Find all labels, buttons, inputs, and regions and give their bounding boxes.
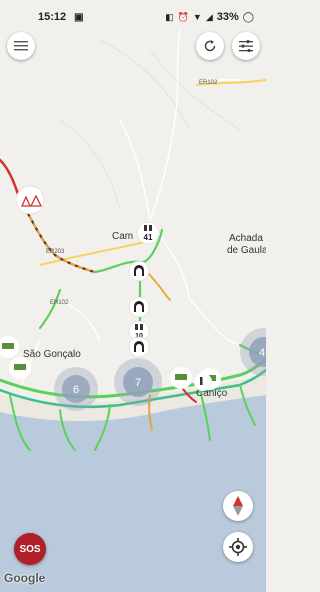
battery-percent: 33% bbox=[216, 11, 239, 23]
place-label-camacha: Cam bbox=[112, 231, 133, 242]
cluster-marker[interactable]: 6 bbox=[54, 367, 98, 411]
tunnel-marker[interactable] bbox=[128, 336, 150, 358]
google-attribution: Google bbox=[4, 571, 46, 585]
menu-icon bbox=[14, 41, 28, 51]
road-label-er102-left: ER102 bbox=[50, 300, 69, 306]
status-bar: 15:12 ▣ ◧ ⏰ ▼ ◢ 33% ◯ bbox=[0, 0, 266, 34]
signal-icon: ◢ bbox=[205, 11, 213, 22]
alarm-icon: ⏰ bbox=[177, 11, 189, 22]
cluster-count: 7 bbox=[135, 377, 141, 389]
wifi-icon: ▼ bbox=[192, 12, 202, 22]
roadworks-marker[interactable] bbox=[9, 357, 31, 379]
status-time: 15:12 bbox=[38, 11, 67, 23]
place-label-sao-goncalo: São Gonçalo bbox=[23, 349, 81, 360]
tunnel-marker[interactable] bbox=[128, 260, 150, 282]
place-label-achada-gaula: de Gaula bbox=[227, 245, 266, 256]
cluster-marker[interactable]: 7 bbox=[114, 358, 162, 406]
battery-icon: ◯ bbox=[242, 11, 254, 23]
sos-button[interactable]: SOS bbox=[14, 533, 46, 565]
nfc-icon: ◧ bbox=[165, 11, 174, 22]
compass-icon bbox=[233, 496, 243, 516]
roadworks-marker[interactable] bbox=[170, 367, 192, 389]
warning-marker[interactable] bbox=[15, 185, 45, 215]
road-label-er102-top: ER102 bbox=[199, 80, 218, 86]
notification-icon: ▣ bbox=[74, 11, 84, 23]
refresh-icon bbox=[204, 40, 216, 52]
camera-marker[interactable] bbox=[194, 373, 212, 391]
camera-count: 41 bbox=[144, 233, 153, 242]
cluster-count: 6 bbox=[73, 384, 79, 396]
filter-button[interactable] bbox=[232, 32, 260, 60]
sos-label: SOS bbox=[19, 543, 41, 555]
sea-area bbox=[0, 392, 266, 592]
place-label-achada: Achada bbox=[229, 233, 263, 244]
my-location-icon bbox=[229, 538, 247, 556]
compass-button[interactable] bbox=[223, 491, 253, 521]
refresh-button[interactable] bbox=[196, 32, 224, 60]
menu-button[interactable] bbox=[7, 32, 35, 60]
tunnel-marker[interactable] bbox=[128, 296, 150, 318]
cluster-count: 4 bbox=[259, 347, 265, 359]
camera-marker[interactable]: 41 bbox=[136, 221, 160, 245]
filter-icon bbox=[239, 40, 253, 52]
locate-button[interactable] bbox=[223, 532, 253, 562]
road-label-er203: ER203 bbox=[46, 249, 65, 255]
